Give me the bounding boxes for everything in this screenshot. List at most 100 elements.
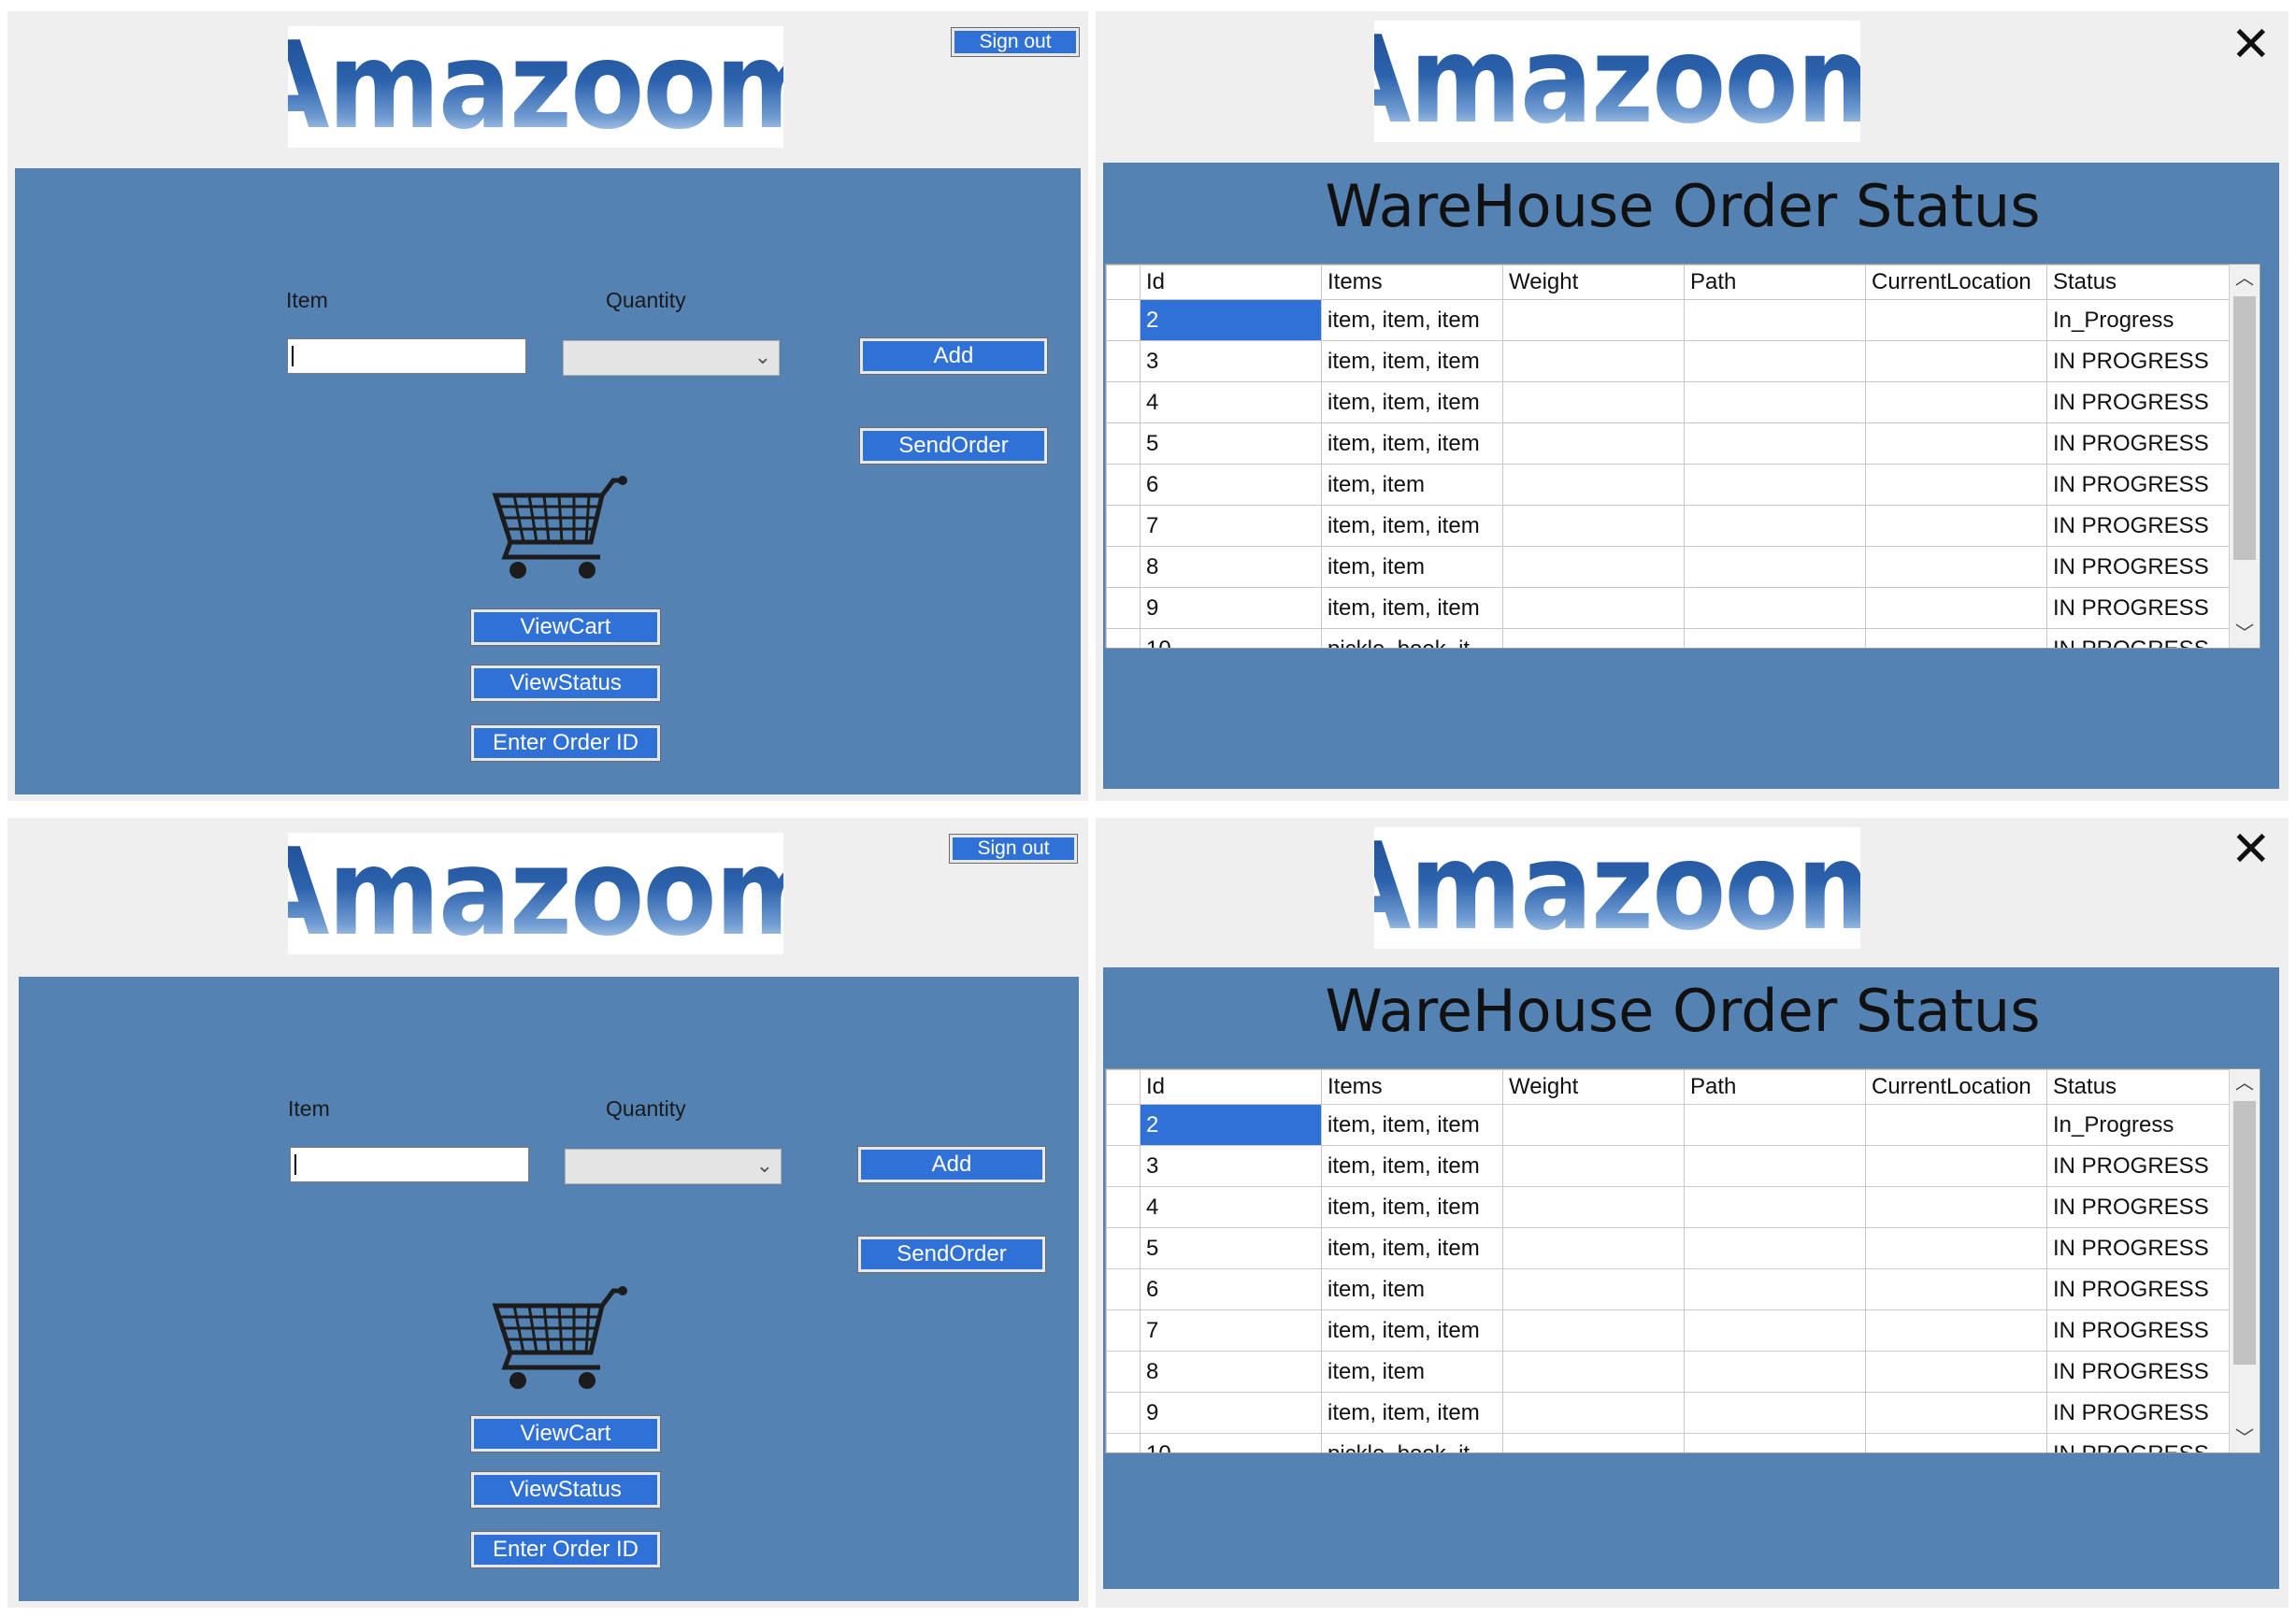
table-cell[interactable] — [1684, 587, 1866, 629]
column-header[interactable]: CurrentLocation — [1865, 1069, 2047, 1105]
scrollbar-thumb[interactable] — [2233, 1101, 2256, 1365]
view-cart-button[interactable]: ViewCart — [470, 608, 661, 646]
table-cell[interactable]: item, item, item — [1321, 587, 1503, 629]
table-cell[interactable]: item, item, item — [1321, 1309, 1503, 1352]
table-cell[interactable] — [1865, 299, 2047, 341]
row-header[interactable] — [1106, 587, 1141, 629]
table-row[interactable]: 6 item, item IN PROGRESS — [1106, 464, 2232, 506]
enter-order-id-button[interactable]: Enter Order ID — [470, 724, 661, 762]
table-cell[interactable]: item, item, item — [1321, 1145, 1503, 1187]
view-status-button[interactable]: ViewStatus — [470, 665, 661, 702]
table-cell[interactable]: item, item — [1321, 464, 1503, 506]
table-cell[interactable] — [1684, 546, 1866, 588]
table-cell[interactable] — [1865, 587, 2047, 629]
table-cell[interactable] — [1865, 1309, 2047, 1352]
table-cell[interactable] — [1502, 1186, 1685, 1228]
table-cell[interactable] — [1684, 1351, 1866, 1393]
table-cell[interactable]: item, item, item — [1321, 1104, 1503, 1146]
table-row[interactable]: 7 item, item, item IN PROGRESS — [1106, 1309, 2232, 1352]
sign-out-button[interactable]: Sign out — [949, 834, 1078, 864]
table-cell[interactable] — [1502, 299, 1685, 341]
scroll-down-icon[interactable]: ﹀ — [2230, 620, 2260, 648]
table-cell[interactable] — [1684, 1186, 1866, 1228]
view-cart-button[interactable]: ViewCart — [470, 1415, 661, 1452]
table-cell[interactable]: item, item — [1321, 1268, 1503, 1310]
table-cell[interactable]: 8 — [1140, 1351, 1322, 1393]
table-cell[interactable]: item, item — [1321, 546, 1503, 588]
row-header[interactable] — [1106, 340, 1141, 382]
table-cell[interactable]: pickle, book, it — [1321, 1433, 1503, 1452]
table-cell[interactable] — [1865, 1433, 2047, 1452]
add-button[interactable]: Add — [859, 337, 1048, 375]
table-cell[interactable] — [1865, 546, 2047, 588]
table-cell[interactable]: IN PROGRESS — [2046, 1186, 2232, 1228]
table-cell[interactable] — [1684, 1433, 1866, 1452]
column-header[interactable]: Weight — [1502, 265, 1685, 300]
column-header[interactable]: Items — [1321, 265, 1503, 300]
column-header[interactable]: Items — [1321, 1069, 1503, 1105]
table-cell[interactable] — [1684, 1227, 1866, 1269]
table-cell[interactable]: item, item, item — [1321, 299, 1503, 341]
item-input[interactable] — [290, 1147, 529, 1182]
table-cell[interactable] — [1684, 1392, 1866, 1434]
row-header[interactable] — [1106, 1351, 1141, 1393]
table-row[interactable]: 4 item, item, item IN PROGRESS — [1106, 381, 2232, 423]
table-cell[interactable]: 9 — [1140, 587, 1322, 629]
table-cell[interactable]: pickle, book, it — [1321, 628, 1503, 648]
table-cell[interactable] — [1865, 1186, 2047, 1228]
column-header[interactable]: Path — [1684, 265, 1866, 300]
table-cell[interactable]: In_Progress — [2046, 299, 2232, 341]
table-cell[interactable]: item, item, item — [1321, 1227, 1503, 1269]
table-cell[interactable] — [1502, 1309, 1685, 1352]
table-cell[interactable]: IN PROGRESS — [2046, 381, 2232, 423]
table-cell[interactable]: item, item, item — [1321, 1392, 1503, 1434]
table-row[interactable]: 8 item, item IN PROGRESS — [1106, 546, 2232, 588]
table-row[interactable]: 6 item, item IN PROGRESS — [1106, 1268, 2232, 1310]
scrollbar-thumb[interactable] — [2233, 296, 2256, 560]
row-header[interactable] — [1106, 1145, 1141, 1187]
table-cell[interactable] — [1865, 1268, 2047, 1310]
enter-order-id-button[interactable]: Enter Order ID — [470, 1531, 661, 1568]
table-cell[interactable] — [1865, 1104, 2047, 1146]
table-cell[interactable]: 10 — [1140, 1433, 1322, 1452]
table-cell[interactable]: 5 — [1140, 1227, 1322, 1269]
row-header[interactable] — [1106, 546, 1141, 588]
table-row[interactable]: 3 item, item, item IN PROGRESS — [1106, 340, 2232, 382]
table-row[interactable]: 3 item, item, item IN PROGRESS — [1106, 1145, 2232, 1187]
table-cell[interactable] — [1865, 340, 2047, 382]
table-cell[interactable] — [1684, 628, 1866, 648]
table-cell[interactable]: 3 — [1140, 1145, 1322, 1187]
table-row[interactable]: 2 item, item, item In_Progress — [1106, 299, 2232, 341]
row-header[interactable] — [1106, 1104, 1141, 1146]
table-cell[interactable] — [1502, 546, 1685, 588]
order-status-grid[interactable]: Id Items Weight Path CurrentLocation Sta… — [1105, 264, 2260, 649]
table-cell[interactable]: item, item, item — [1321, 422, 1503, 465]
row-header[interactable] — [1106, 505, 1141, 547]
table-row[interactable]: 10 pickle, book, it IN PROGRESS — [1106, 1433, 2232, 1452]
table-cell[interactable]: IN PROGRESS — [2046, 1433, 2232, 1452]
scroll-down-icon[interactable]: ﹀ — [2230, 1424, 2260, 1452]
column-header[interactable]: CurrentLocation — [1865, 265, 2047, 300]
table-cell[interactable] — [1502, 1145, 1685, 1187]
table-cell[interactable]: item, item, item — [1321, 381, 1503, 423]
item-input[interactable] — [287, 338, 526, 374]
table-cell[interactable]: IN PROGRESS — [2046, 1392, 2232, 1434]
row-header[interactable] — [1106, 628, 1141, 648]
table-row[interactable]: 10 pickle, book, it IN PROGRESS — [1106, 628, 2232, 648]
column-header[interactable]: Id — [1140, 1069, 1322, 1105]
table-row[interactable]: 7 item, item, item IN PROGRESS — [1106, 505, 2232, 547]
quantity-select[interactable]: ⌄ — [565, 1149, 782, 1184]
row-header[interactable] — [1106, 422, 1141, 465]
table-cell[interactable] — [1502, 628, 1685, 648]
table-cell[interactable] — [1502, 1268, 1685, 1310]
table-cell[interactable] — [1502, 1433, 1685, 1452]
table-cell[interactable]: 4 — [1140, 1186, 1322, 1228]
row-header[interactable] — [1106, 381, 1141, 423]
row-header[interactable] — [1106, 299, 1141, 341]
table-cell[interactable]: 2 — [1140, 1104, 1322, 1146]
table-cell[interactable]: In_Progress — [2046, 1104, 2232, 1146]
table-cell[interactable]: 2 — [1140, 299, 1322, 341]
table-cell[interactable]: IN PROGRESS — [2046, 422, 2232, 465]
send-order-button[interactable]: SendOrder — [857, 1236, 1046, 1273]
row-header[interactable] — [1106, 1392, 1141, 1434]
